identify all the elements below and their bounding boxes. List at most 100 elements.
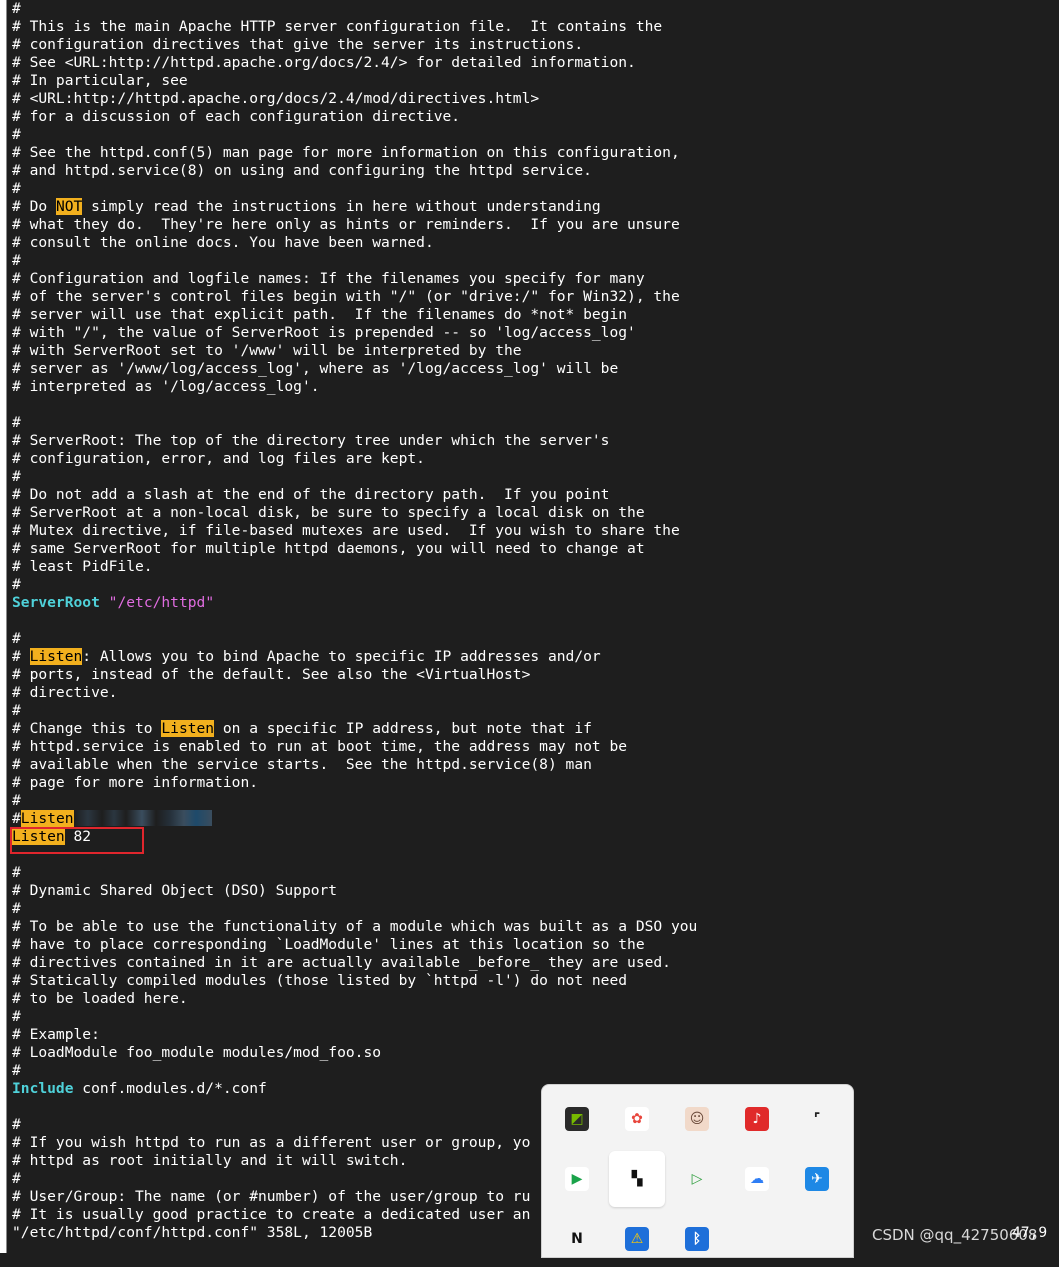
comment-text: on a specific IP address, but note that … (214, 720, 592, 737)
code-line: # for a discussion of each configuration… (12, 108, 1052, 126)
code-line: #Listen (12, 810, 1052, 828)
cloud-drive-icon: ☁ (745, 1167, 769, 1191)
screenshot-tool-icon: ⌜ (805, 1107, 829, 1131)
code-line: # (12, 1170, 1052, 1188)
nvidia-icon: ◩ (565, 1107, 589, 1131)
comment-text: # configuration, error, and log files ar… (12, 450, 425, 467)
comment-text: # (12, 1008, 21, 1025)
comment-text: # directive. (12, 684, 118, 701)
tray-item[interactable]: ♪ (729, 1091, 785, 1147)
comment-text: # In particular, see (12, 72, 188, 89)
anime-avatar-icon: ☺ (685, 1107, 709, 1131)
code-line: # of the server's control files begin wi… (12, 288, 1052, 306)
code-line: Listen 82 (12, 828, 1052, 846)
comment-text: # (12, 1116, 21, 1133)
comment-text: # available when the service starts. See… (12, 756, 592, 773)
security-shield-warning-icon: ⚠ (625, 1227, 649, 1251)
system-tray-overflow-panel: ◩ ✿ ☺ ♪ ⌜ ▶ ▚ ▷ ☁ ✈ N ⚠ ᛒ (541, 1084, 854, 1258)
window-left-border (0, 0, 7, 1253)
code-line: Include conf.modules.d/*.conf (12, 1080, 1052, 1098)
code-line: # with ServerRoot set to '/www' will be … (12, 342, 1052, 360)
comment-text: # <URL:http://httpd.apache.org/docs/2.4/… (12, 90, 540, 107)
comment-text: # Change this to (12, 720, 162, 737)
comment-text: # server as '/www/log/access_log', where… (12, 360, 619, 377)
code-line: # LoadModule foo_module modules/mod_foo.… (12, 1044, 1052, 1062)
comment-text: # Dynamic Shared Object (DSO) Support (12, 882, 338, 899)
comment-text: # with ServerRoot set to '/www' will be … (12, 342, 522, 359)
code-line: # Do NOT simply read the instructions in… (12, 198, 1052, 216)
comment-text: # (12, 792, 21, 809)
comment-text: # (12, 0, 21, 17)
code-line: # ports, instead of the default. See als… (12, 666, 1052, 684)
tray-item[interactable]: N (549, 1211, 605, 1267)
comment-text: # (12, 864, 21, 881)
tray-item[interactable]: ⌜ (789, 1091, 845, 1147)
comment-text: # Do not add a slash at the end of the d… (12, 486, 610, 503)
code-line: # available when the service starts. See… (12, 756, 1052, 774)
comment-text: # ServerRoot at a non-local disk, be sur… (12, 504, 645, 521)
code-line: # (12, 702, 1052, 720)
code-line: # (12, 864, 1052, 882)
code-line: # server as '/www/log/access_log', where… (12, 360, 1052, 378)
code-line: # (12, 180, 1052, 198)
comment-text: # (12, 630, 21, 647)
directive-keyword: Include (12, 1080, 74, 1097)
comment-text: # (12, 1062, 21, 1079)
code-line: # with "/", the value of ServerRoot is p… (12, 324, 1052, 342)
tray-item[interactable]: ☁ (729, 1151, 785, 1207)
comment-text: # (12, 126, 21, 143)
comment-text: # To be able to use the functionality of… (12, 918, 698, 935)
tray-item[interactable]: ◩ (549, 1091, 605, 1147)
tray-item[interactable]: ✿ (609, 1091, 665, 1147)
comment-text: # Configuration and logfile names: If th… (12, 270, 645, 287)
code-line: # (12, 900, 1052, 918)
comment-text: # of the server's control files begin wi… (12, 288, 680, 305)
vim-status-file-info: "/etc/httpd/conf/httpd.conf" 358L, 12005… (12, 1224, 373, 1241)
code-line: # Mutex directive, if file-based mutexes… (12, 522, 1052, 540)
comment-text: # for a discussion of each configuration… (12, 108, 461, 125)
directive-keyword: ServerRoot (12, 594, 100, 611)
tray-item[interactable]: ▶ (549, 1151, 605, 1207)
comment-text: # Mutex directive, if file-based mutexes… (12, 522, 680, 539)
code-line: # In particular, see (12, 72, 1052, 90)
comment-text: # httpd.service is enabled to run at boo… (12, 738, 628, 755)
comment-text: # ports, instead of the default. See als… (12, 666, 531, 683)
code-line: # (12, 1008, 1052, 1026)
comment-text: # Statically compiled modules (those lis… (12, 972, 628, 989)
code-line: # and httpd.service(8) on using and conf… (12, 162, 1052, 180)
code-line: # (12, 1116, 1052, 1134)
code-line: # (12, 630, 1052, 648)
messenger-icon: ✈ (805, 1167, 829, 1191)
tray-item[interactable]: ☺ (669, 1091, 725, 1147)
code-line: # what they do. They're here only as hin… (12, 216, 1052, 234)
code-line: # interpreted as '/log/access_log'. (12, 378, 1052, 396)
code-line: # page for more information. (12, 774, 1052, 792)
comment-text: # with "/", the value of ServerRoot is p… (12, 324, 636, 341)
code-line: # (12, 1062, 1052, 1080)
comment-text: # (12, 414, 21, 431)
tray-item[interactable]: ᛒ (669, 1211, 725, 1267)
code-line: # httpd.service is enabled to run at boo… (12, 738, 1052, 756)
screen-recorder-icon: ▷ (685, 1167, 709, 1191)
comment-text: # See the httpd.conf(5) man page for mor… (12, 144, 680, 161)
comment-text: # If you wish httpd to run as a differen… (12, 1134, 531, 1151)
code-line: # (12, 576, 1052, 594)
comment-text: # LoadModule foo_module modules/mod_foo.… (12, 1044, 382, 1061)
code-line: # Listen: Allows you to bind Apache to s… (12, 648, 1052, 666)
comment-text: # to be loaded here. (12, 990, 188, 1007)
vim-editor-buffer[interactable]: # # This is the main Apache HTTP server c… (12, 0, 1052, 1224)
search-highlight: NOT (55, 198, 83, 215)
comment-text: # configuration directives that give the… (12, 36, 584, 53)
comment-text: # same ServerRoot for multiple httpd dae… (12, 540, 645, 557)
tray-item[interactable]: ✈ (789, 1151, 845, 1207)
code-line: # ServerRoot: The top of the directory t… (12, 432, 1052, 450)
comment-text: : Allows you to bind Apache to specific … (82, 648, 601, 665)
code-line: # directives contained in it are actuall… (12, 954, 1052, 972)
tray-item[interactable]: ▚ (609, 1151, 665, 1207)
comment-text: simply read the instructions in here wit… (82, 198, 601, 215)
comment-text: # have to place corresponding `LoadModul… (12, 936, 645, 953)
tray-item[interactable]: ⚠ (609, 1211, 665, 1267)
tray-item[interactable]: ▷ (669, 1151, 725, 1207)
